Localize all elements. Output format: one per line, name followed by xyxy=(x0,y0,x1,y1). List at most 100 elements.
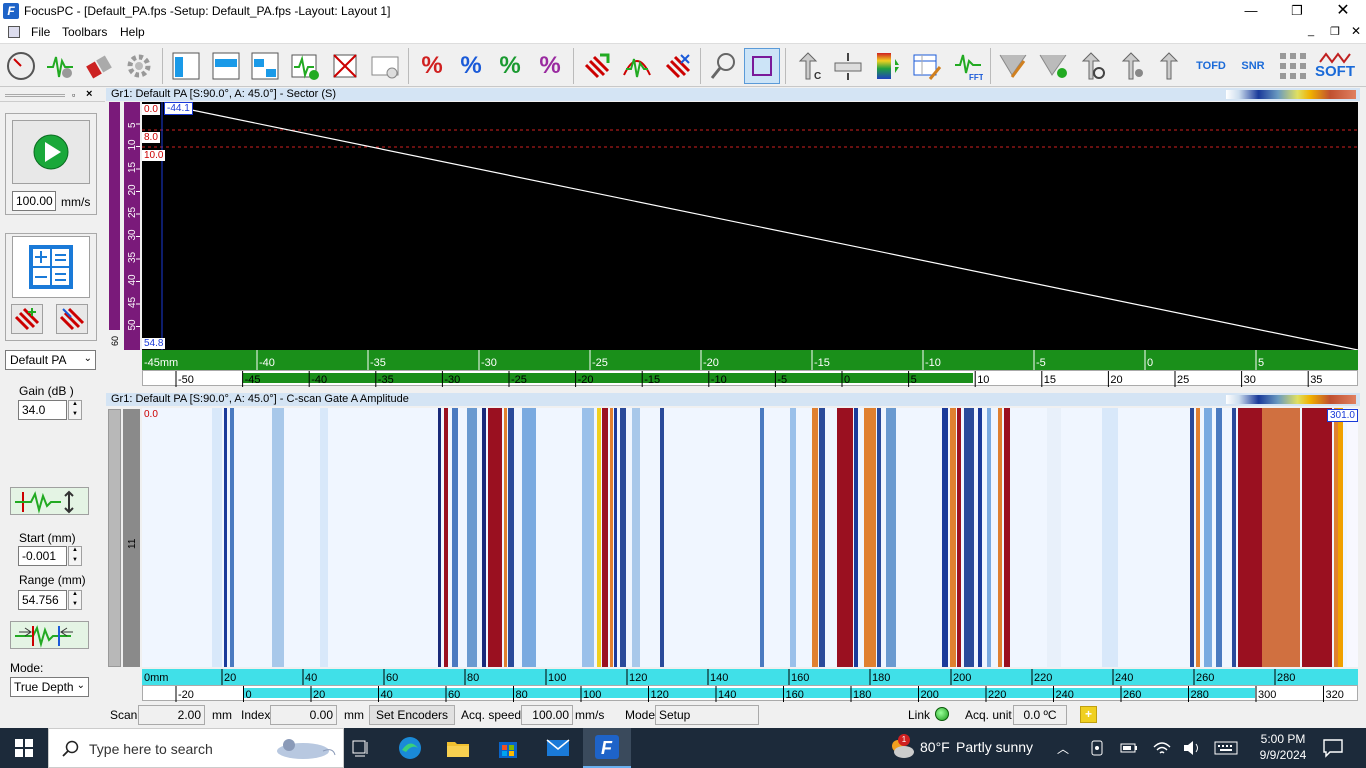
gear-icon[interactable] xyxy=(121,48,157,84)
zoom-icon[interactable] xyxy=(705,48,741,84)
menu-file[interactable]: File xyxy=(31,25,50,39)
edit-wedge-icon[interactable] xyxy=(995,48,1031,84)
minimize-button[interactable]: — xyxy=(1228,0,1274,23)
document-icon[interactable] xyxy=(8,26,20,38)
file-explorer-icon[interactable] xyxy=(434,728,482,768)
range-input[interactable]: 54.756 xyxy=(18,590,67,610)
fft-icon[interactable]: FFT xyxy=(950,48,986,84)
sector-canvas[interactable]: 0.0 -44.1 8.0 10.0 54.8 xyxy=(142,102,1359,351)
gain-spinner[interactable] xyxy=(68,400,82,420)
keyboard-icon[interactable] xyxy=(1214,739,1238,757)
axis-tick-label: -30 xyxy=(481,357,497,369)
mdi-minimize-icon[interactable]: _ xyxy=(1308,25,1314,37)
percent-1-icon[interactable]: % xyxy=(414,48,450,84)
layout-horizontal-icon[interactable] xyxy=(208,48,244,84)
add-gate-button[interactable] xyxy=(11,304,43,334)
gate-width-button[interactable] xyxy=(10,621,89,649)
add-plus-icon[interactable]: + xyxy=(1080,706,1097,723)
speed-input[interactable]: 100.00 xyxy=(12,191,56,211)
layout-vertical-icon[interactable] xyxy=(168,48,204,84)
set-encoders-button[interactable]: Set Encoders xyxy=(369,705,455,725)
add-gate-icon[interactable] xyxy=(579,48,615,84)
remove-gate-button[interactable] xyxy=(56,304,88,334)
show-hidden-icons-chevron-icon[interactable]: ︿ xyxy=(1057,740,1069,757)
menu-help[interactable]: Help xyxy=(120,25,145,39)
start-input[interactable]: -0.001 xyxy=(18,546,67,566)
percent-2-icon[interactable]: % xyxy=(453,48,489,84)
volume-icon[interactable] xyxy=(1182,739,1202,757)
menu-toolbars[interactable]: Toolbars xyxy=(62,25,107,39)
grid-icon[interactable] xyxy=(1275,48,1311,84)
up-arrow-icon[interactable] xyxy=(1152,48,1188,84)
cscan-scan-axis[interactable]: 0mm 20 40 60 80 100 120 140 160 180 200 220 240 260 28… xyxy=(142,669,1358,685)
cscan-index-axis[interactable]: -20 0 20 40 60 80 100 120 140 160 180 200 220 240 260 2… xyxy=(142,685,1358,702)
range-spinner[interactable] xyxy=(68,590,82,610)
percent-4-icon[interactable]: % xyxy=(532,48,568,84)
cscan-view[interactable]: Gr1: Default PA [S:90.0°, A: 45.0°] - C-… xyxy=(106,393,1360,703)
maximize-button[interactable]: ❐ xyxy=(1274,0,1320,23)
signal-settings-icon[interactable] xyxy=(42,48,78,84)
amplitude-band xyxy=(1216,408,1222,667)
depth-ruler-left xyxy=(109,102,120,330)
remove-gate-icon[interactable] xyxy=(660,48,696,84)
rotate-arrow-icon[interactable] xyxy=(1074,48,1110,84)
add-wedge-icon[interactable] xyxy=(1035,48,1071,84)
color-palette-bar[interactable] xyxy=(1226,395,1356,404)
percent-3-icon[interactable]: % xyxy=(492,48,528,84)
layout-quad-icon[interactable] xyxy=(247,48,283,84)
gauge-icon[interactable] xyxy=(3,48,39,84)
color-palette-bar[interactable] xyxy=(1226,90,1356,99)
settings-arrow-icon[interactable] xyxy=(1114,48,1150,84)
depth-tick-label: 40 xyxy=(127,274,138,286)
split-icon[interactable] xyxy=(830,48,866,84)
weather-widget[interactable]: 1 80°F Partly sunny xyxy=(886,728,1046,768)
tofd-button[interactable]: TOFD xyxy=(1193,48,1229,84)
sector-scan-axis[interactable]: -45mm -40 -35 -30 -25 -20 -15 -10 -5 0 5 xyxy=(142,350,1358,370)
gate-adjust-button[interactable] xyxy=(10,487,89,515)
axis-tick-label: 80 xyxy=(467,672,479,684)
soft-button[interactable]: SOFT xyxy=(1315,48,1355,84)
battery-icon[interactable] xyxy=(1119,739,1139,757)
edge-browser-icon[interactable] xyxy=(386,728,434,768)
taskbar-search[interactable]: Type here to search xyxy=(48,728,344,768)
store-icon[interactable] xyxy=(484,728,532,768)
start-button[interactable] xyxy=(0,728,48,768)
envelope-icon[interactable] xyxy=(619,48,655,84)
clock[interactable]: 5:00 PM 9/9/2024 xyxy=(1248,731,1318,763)
play-button[interactable] xyxy=(12,120,90,184)
focuspc-taskbar-icon[interactable]: F xyxy=(583,728,631,768)
color-palette-icon[interactable] xyxy=(870,48,906,84)
task-view-icon[interactable] xyxy=(337,728,385,768)
calculator-button[interactable] xyxy=(12,236,90,298)
mail-icon[interactable] xyxy=(534,728,582,768)
device-icon[interactable] xyxy=(1088,739,1106,757)
screenshot-icon[interactable] xyxy=(367,48,403,84)
close-button[interactable]: ✕ xyxy=(1320,0,1366,23)
sector-view[interactable]: Gr1: Default PA [S:90.0°, A: 45.0°] - Se… xyxy=(106,88,1360,388)
amplitude-band xyxy=(1204,408,1212,667)
mdi-restore-icon[interactable]: ❐ xyxy=(1330,25,1340,38)
mdi-close-icon[interactable]: ✕ xyxy=(1351,24,1361,38)
window-title: FocusPC - [Default_PA.fps -Setup: Defaul… xyxy=(24,4,391,18)
wifi-icon[interactable] xyxy=(1152,739,1172,757)
table-edit-icon[interactable] xyxy=(909,48,945,84)
add-ascan-icon[interactable] xyxy=(287,48,323,84)
snr-button[interactable]: SNR xyxy=(1235,48,1271,84)
sector-index-axis[interactable]: -50 -45 -40 -35 -30 -25 -20 -15 -10 -5 0 5 10 15 20 25 3… xyxy=(142,370,1358,387)
axis-tick-label: 140 xyxy=(710,672,728,684)
probe-icon[interactable] xyxy=(82,48,118,84)
cscan-canvas[interactable]: 0.0 301.0 xyxy=(142,408,1358,667)
panel-restore-icon[interactable]: ▫ xyxy=(72,90,75,100)
link-label: Link xyxy=(908,708,931,722)
panel-close-icon[interactable]: × xyxy=(86,88,92,100)
start-spinner[interactable] xyxy=(68,546,82,566)
notification-icon[interactable] xyxy=(1322,738,1344,758)
delete-view-icon[interactable] xyxy=(327,48,363,84)
selection-box-icon[interactable] xyxy=(744,48,780,84)
setup-select[interactable]: Default PA ⌄ xyxy=(5,350,96,370)
mode-label: Mode: xyxy=(10,661,44,675)
mode-select[interactable]: True Depth ⌄ xyxy=(10,677,89,697)
depth-tick-label: 50 xyxy=(127,319,138,331)
c-scan-arrow-icon[interactable]: C xyxy=(791,48,827,84)
gain-input[interactable]: 34.0 xyxy=(18,400,67,420)
